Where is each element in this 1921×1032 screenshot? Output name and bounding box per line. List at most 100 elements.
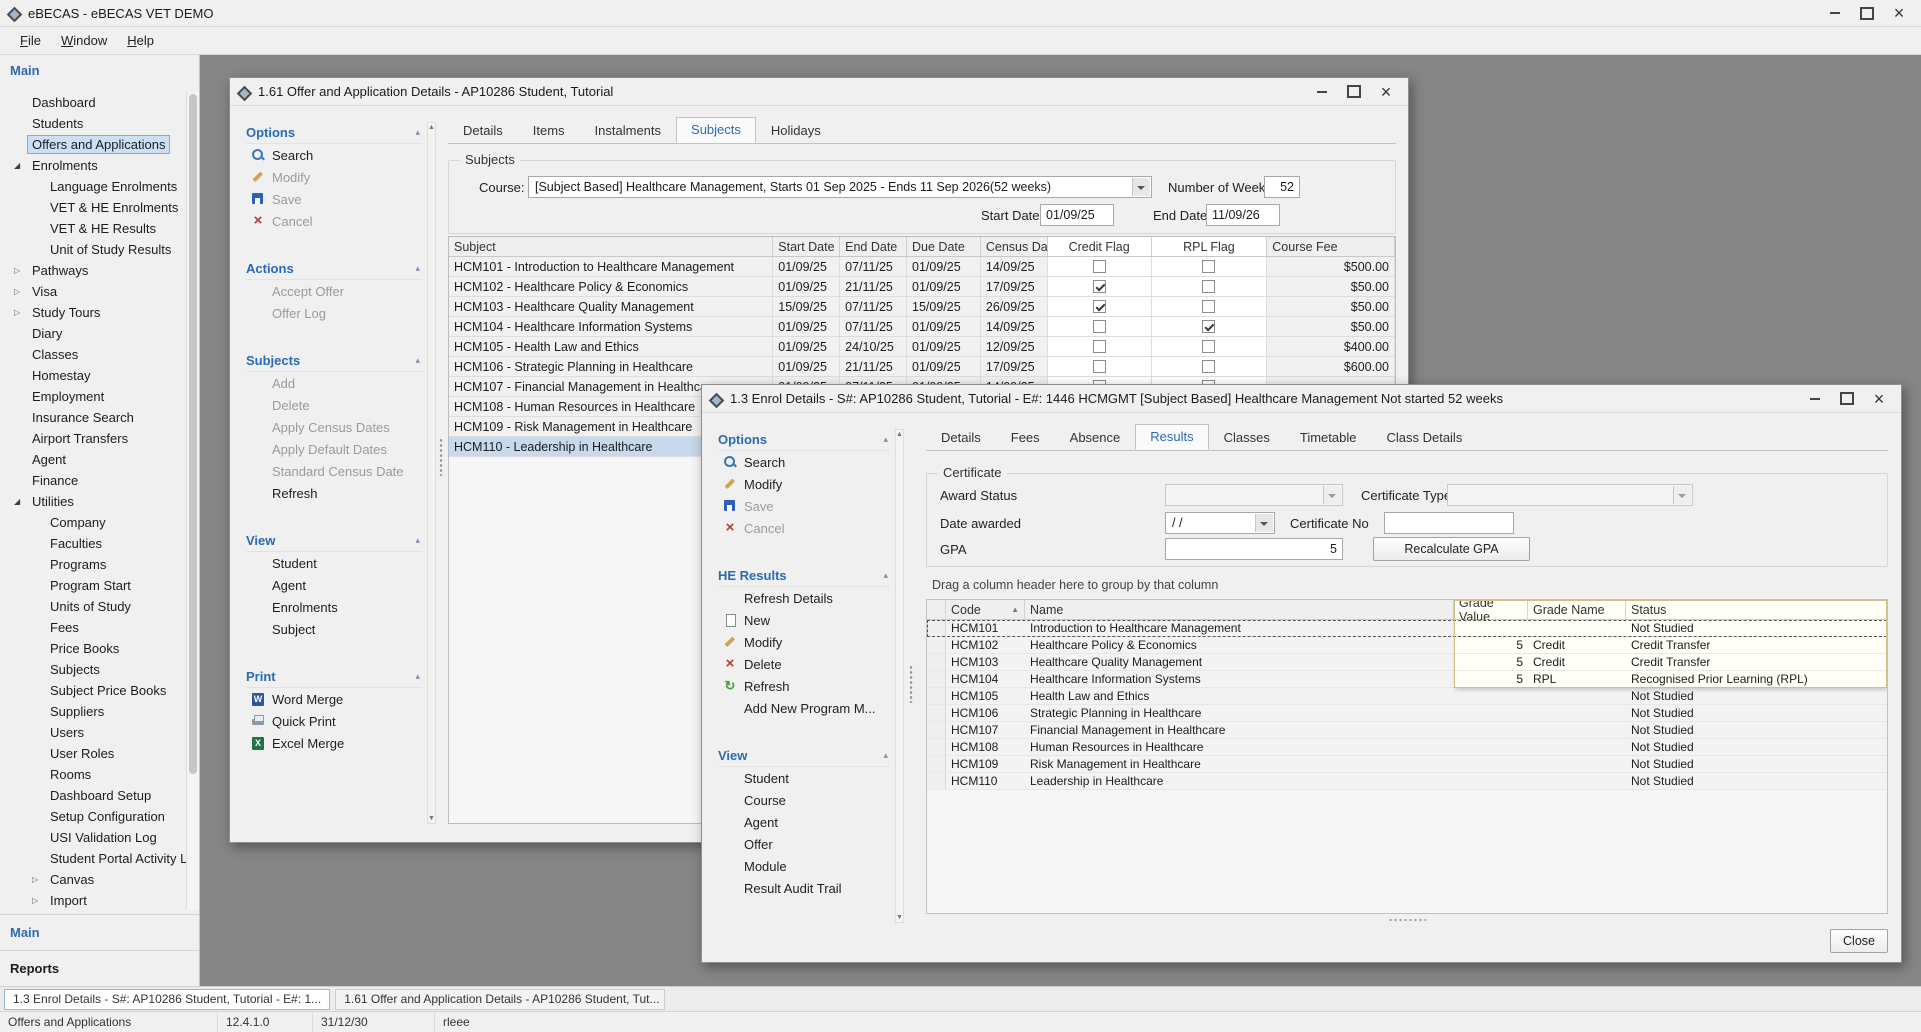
table-row[interactable]: HCM108 Human Resources in Healthcare Not…: [927, 739, 1887, 756]
nav-item[interactable]: Refresh: [246, 482, 422, 504]
sidebar-item[interactable]: Subjects: [0, 659, 186, 680]
column-header-status[interactable]: Status: [1626, 600, 1887, 619]
window-titlebar[interactable]: 1.3 Enrol Details - S#: AP10286 Student,…: [702, 385, 1901, 413]
nav-group-header[interactable]: View: [718, 745, 890, 767]
sidebar-item[interactable]: VET & HE Enrolments: [0, 197, 186, 218]
close-button[interactable]: [1863, 389, 1895, 409]
sidebar-item[interactable]: Language Enrolments: [0, 176, 186, 197]
recalculate-gpa-button[interactable]: Recalculate GPA: [1373, 537, 1530, 561]
nav-scrollbar[interactable]: [427, 122, 436, 824]
table-row[interactable]: HCM104 - Healthcare Information Systems …: [449, 317, 1395, 337]
sidebar-item[interactable]: Finance: [0, 470, 186, 491]
sidebar-scrollbar[interactable]: [186, 92, 199, 910]
sidebar-item[interactable]: User Roles: [0, 743, 186, 764]
sidebar-group-main[interactable]: Main: [0, 914, 199, 950]
column-header-code[interactable]: Code: [946, 600, 1025, 619]
nav-item[interactable]: Result Audit Trail: [718, 877, 890, 899]
menu-help[interactable]: Help: [117, 30, 164, 51]
nav-scrollbar[interactable]: [895, 429, 904, 923]
sidebar-item[interactable]: Programs: [0, 554, 186, 575]
sidebar-item[interactable]: USI Validation Log: [0, 827, 186, 848]
tab[interactable]: Class Details: [1371, 425, 1477, 450]
nav-item[interactable]: Quick Print: [246, 710, 422, 732]
taskbar-window-button[interactable]: 1.3 Enrol Details - S#: AP10286 Student,…: [4, 989, 330, 1010]
nav-item[interactable]: Apply Census Dates: [246, 416, 422, 438]
table-row[interactable]: HCM106 - Strategic Planning in Healthcar…: [449, 357, 1395, 377]
award-status-combo[interactable]: [1165, 484, 1343, 506]
rpl-flag-checkbox[interactable]: [1202, 340, 1215, 353]
rpl-flag-checkbox[interactable]: [1202, 360, 1215, 373]
close-window-button[interactable]: Close: [1830, 929, 1888, 953]
nav-item[interactable]: Subject: [246, 618, 422, 640]
nav-group-header[interactable]: Subjects: [246, 350, 422, 372]
nav-item[interactable]: Cancel: [718, 517, 890, 539]
sidebar-item[interactable]: Rooms: [0, 764, 186, 785]
window-titlebar[interactable]: 1.61 Offer and Application Details - AP1…: [230, 78, 1408, 106]
table-row[interactable]: HCM103 Healthcare Quality Management 5 C…: [927, 654, 1887, 671]
sidebar-scrollbar-thumb[interactable]: [189, 94, 197, 774]
column-header[interactable]: Credit Flag: [1048, 237, 1152, 256]
tab[interactable]: Items: [518, 118, 580, 143]
nav-item[interactable]: Excel Merge: [246, 732, 422, 754]
nav-group-header[interactable]: Options: [718, 429, 890, 451]
nav-item[interactable]: Modify: [718, 473, 890, 495]
rpl-flag-checkbox[interactable]: [1202, 300, 1215, 313]
table-row[interactable]: HCM103 - Healthcare Quality Management 1…: [449, 297, 1395, 317]
nav-item[interactable]: Accept Offer: [246, 280, 422, 302]
menu-file[interactable]: File: [10, 30, 51, 51]
sidebar-item[interactable]: Employment: [0, 386, 186, 407]
sidebar-item[interactable]: VET & HE Results: [0, 218, 186, 239]
tab[interactable]: Instalments: [580, 118, 676, 143]
course-combo[interactable]: [Subject Based] Healthcare Management, S…: [528, 176, 1152, 198]
nav-item[interactable]: Agent: [246, 574, 422, 596]
credit-flag-checkbox[interactable]: [1093, 300, 1106, 313]
tab[interactable]: Details: [926, 425, 996, 450]
nav-item[interactable]: Apply Default Dates: [246, 438, 422, 460]
sidebar-item[interactable]: Users: [0, 722, 186, 743]
column-header[interactable]: RPL Flag: [1152, 237, 1268, 256]
end-date-field[interactable]: 11/09/26: [1206, 204, 1280, 226]
taskbar-window-button[interactable]: 1.61 Offer and Application Details - AP1…: [335, 989, 665, 1010]
collapse-icon[interactable]: [883, 750, 888, 761]
scroll-up-icon[interactable]: [896, 430, 903, 439]
sidebar-item[interactable]: Offers and Applications: [0, 134, 186, 155]
scroll-down-icon[interactable]: [428, 814, 435, 823]
nav-item[interactable]: Standard Census Date: [246, 460, 422, 482]
nav-item[interactable]: New: [718, 609, 890, 631]
table-row[interactable]: HCM102 - Healthcare Policy & Economics 0…: [449, 277, 1395, 297]
maximize-button[interactable]: [1831, 389, 1863, 409]
nav-item[interactable]: Student: [718, 767, 890, 789]
sidebar-item[interactable]: Students: [0, 113, 186, 134]
sidebar-item[interactable]: Student Portal Activity Log: [0, 848, 186, 869]
sidebar-item[interactable]: Faculties: [0, 533, 186, 554]
nav-item[interactable]: Offer: [718, 833, 890, 855]
minimize-button[interactable]: [1799, 389, 1831, 409]
sidebar-item[interactable]: Program Start: [0, 575, 186, 596]
sidebar-item[interactable]: Import: [0, 890, 186, 910]
column-header[interactable]: Subject: [449, 237, 773, 256]
sidebar-item[interactable]: Enrolments: [0, 155, 186, 176]
table-row[interactable]: HCM110 Leadership in Healthcare Not Stud…: [927, 773, 1887, 790]
nav-item[interactable]: Agent: [718, 811, 890, 833]
certificate-type-combo[interactable]: [1447, 484, 1693, 506]
credit-flag-checkbox[interactable]: [1093, 260, 1106, 273]
table-row[interactable]: HCM104 Healthcare Information Systems 5 …: [927, 671, 1887, 688]
sidebar-item[interactable]: Insurance Search: [0, 407, 186, 428]
scroll-down-icon[interactable]: [896, 913, 903, 922]
nav-item[interactable]: Cancel: [246, 210, 422, 232]
sidebar-item[interactable]: Pathways: [0, 260, 186, 281]
sidebar-item[interactable]: Utilities: [0, 491, 186, 512]
nav-item[interactable]: Offer Log: [246, 302, 422, 324]
sidebar-item[interactable]: Dashboard Setup: [0, 785, 186, 806]
certificate-no-field[interactable]: [1384, 512, 1514, 534]
gpa-field[interactable]: 5: [1165, 538, 1343, 560]
maximize-button[interactable]: [1851, 3, 1883, 23]
tab[interactable]: Subjects: [676, 117, 756, 143]
minimize-button[interactable]: [1819, 3, 1851, 23]
sidebar-item[interactable]: Study Tours: [0, 302, 186, 323]
rpl-flag-checkbox[interactable]: [1202, 260, 1215, 273]
nav-group-header[interactable]: Options: [246, 122, 422, 144]
maximize-button[interactable]: [1338, 82, 1370, 102]
nav-item[interactable]: Add: [246, 372, 422, 394]
rpl-flag-checkbox[interactable]: [1202, 280, 1215, 293]
